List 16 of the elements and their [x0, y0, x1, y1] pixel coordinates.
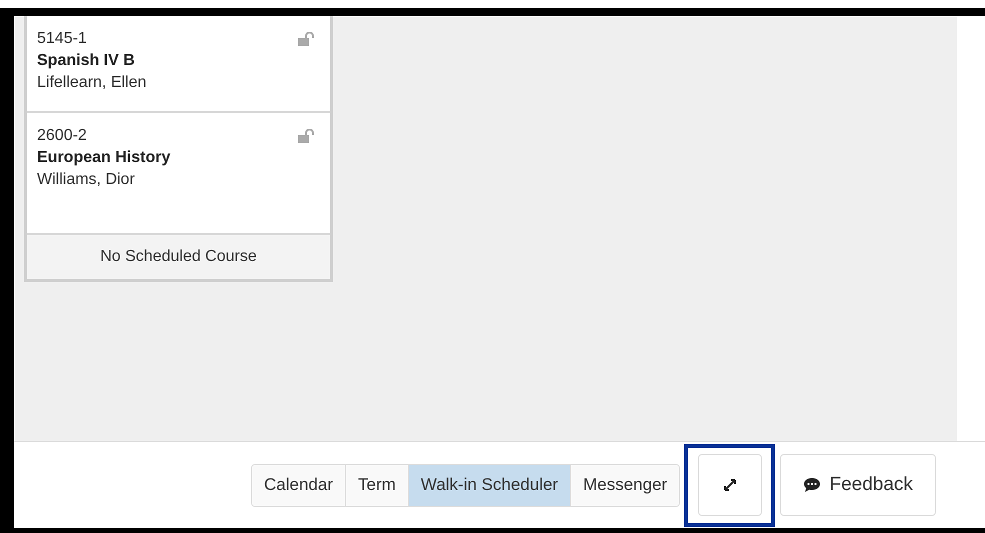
tool-tab[interactable]: Calendar	[252, 464, 346, 506]
feedback-button[interactable]: Feedback	[780, 454, 936, 516]
speech-bubble-icon	[803, 477, 822, 493]
section-number: 5145-1	[37, 30, 87, 48]
tool-tab[interactable]: Term	[346, 464, 409, 506]
teacher-name: Williams, Dior	[37, 171, 135, 189]
expand-icon	[722, 478, 737, 492]
tool-tab[interactable]: Messenger	[571, 464, 680, 506]
feedback-label: Feedback	[829, 474, 913, 496]
empty-slot-text: No Scheduled Course	[100, 248, 257, 266]
tool-tab[interactable]: Walk-in Scheduler	[408, 464, 572, 506]
expand-button[interactable]	[698, 454, 762, 516]
course-title: European History	[37, 149, 170, 167]
course-title: Spanish IV B	[37, 52, 135, 70]
section-number: 2600-2	[37, 127, 87, 145]
teacher-name: Lifellearn, Ellen	[37, 74, 146, 92]
